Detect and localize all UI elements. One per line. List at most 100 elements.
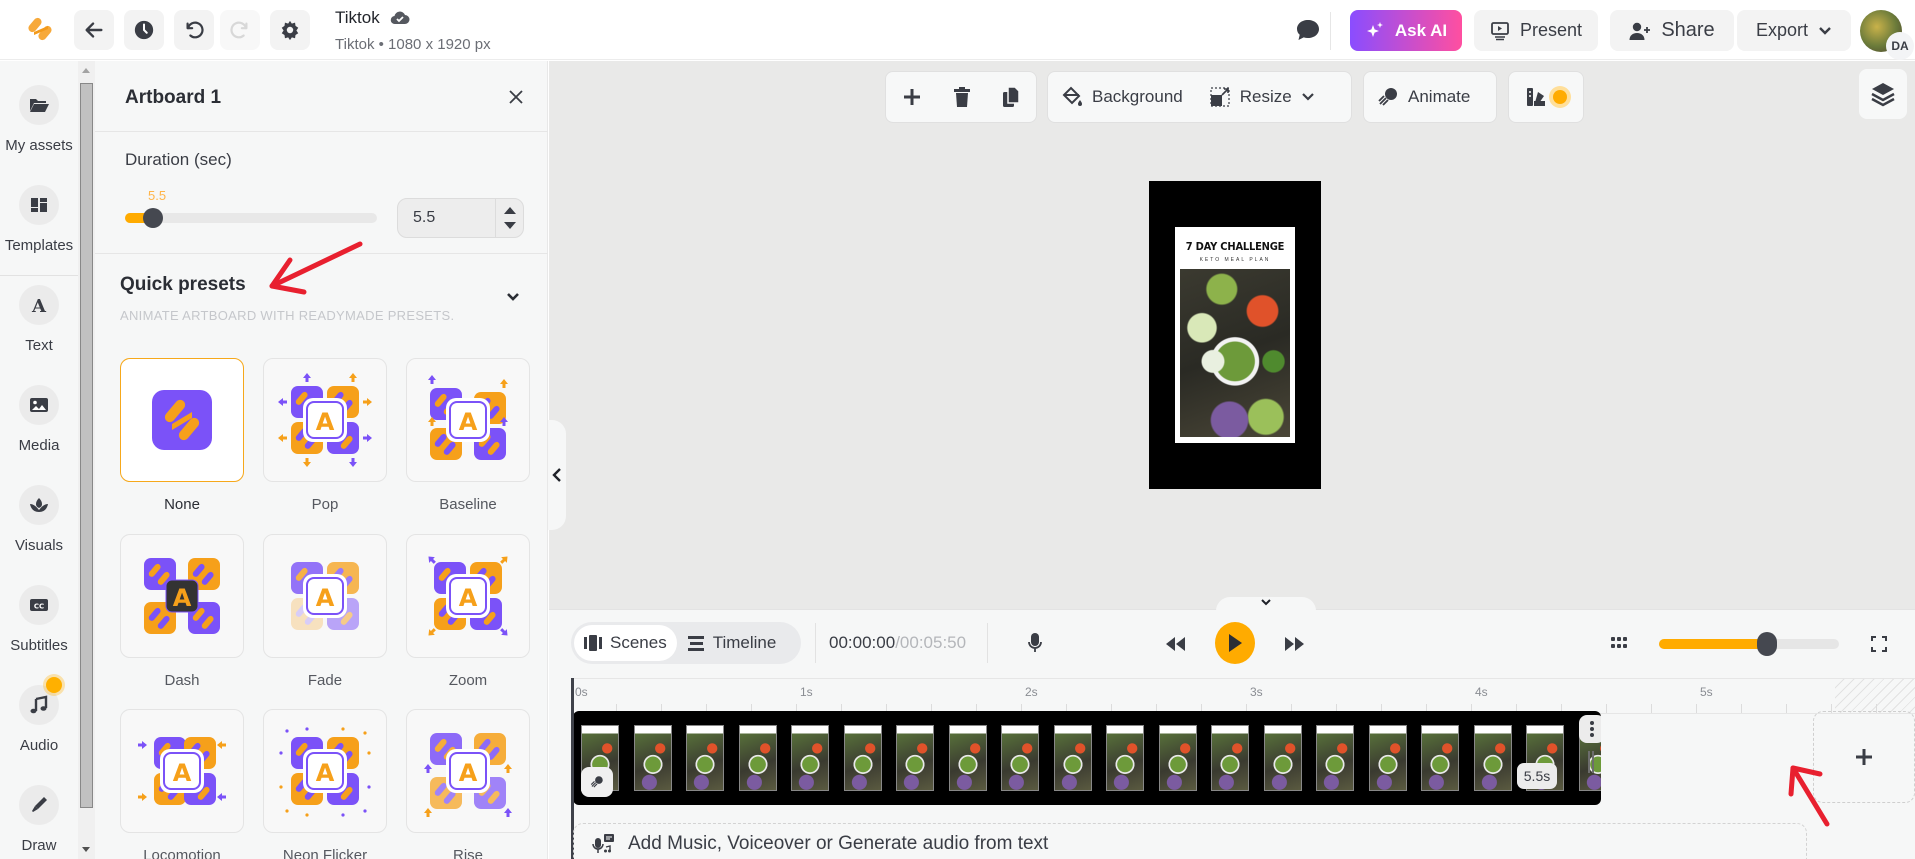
document-title-text: Tiktok xyxy=(335,8,380,27)
sidebar-item-draw[interactable]: Draw xyxy=(0,785,78,854)
current-time: 00:00:00 xyxy=(829,633,896,652)
layers-button[interactable] xyxy=(1859,69,1907,119)
voiceover-icon xyxy=(592,833,614,853)
fast-forward-icon xyxy=(1285,637,1304,651)
preset-dash[interactable]: A Dash xyxy=(120,534,244,689)
undo-button[interactable] xyxy=(174,10,214,50)
fast-forward-button[interactable] xyxy=(1284,636,1306,652)
preset-thumbnail[interactable] xyxy=(120,358,244,482)
trash-icon[interactable] xyxy=(952,86,972,108)
artboard[interactable]: 7 DAY CHALLENGE KETO MEAL PLAN xyxy=(1149,181,1321,489)
timeline-zoom-slider[interactable] xyxy=(1659,632,1839,656)
preset-thumbnail[interactable]: A xyxy=(406,709,530,833)
add-audio-track[interactable]: Add Music, Voiceover or Generate audio f… xyxy=(573,823,1807,859)
scroll-up-arrow-icon[interactable] xyxy=(82,68,90,73)
sidebar-item-subtitles[interactable]: CC Subtitles xyxy=(0,585,78,654)
settings-button[interactable] xyxy=(270,10,310,50)
zoom-slider-handle[interactable] xyxy=(1757,632,1777,656)
animate-button[interactable]: Animate xyxy=(1364,72,1483,122)
background-button[interactable]: Background xyxy=(1048,72,1196,122)
time-ruler[interactable]: 0s 1s 2s 3s 4s 5s xyxy=(571,678,1915,714)
collapse-timeline-button[interactable] xyxy=(1216,597,1316,611)
poster-image[interactable]: 7 DAY CHALLENGE KETO MEAL PLAN xyxy=(1175,227,1295,443)
scene-animation-button[interactable] xyxy=(581,767,613,797)
scene-clip[interactable]: 5.5s xyxy=(573,711,1601,805)
preset-thumbnail[interactable]: A xyxy=(263,534,387,658)
present-button[interactable]: Present xyxy=(1474,10,1598,51)
scene-resize-handle[interactable] xyxy=(1588,751,1594,773)
document-title[interactable]: Tiktok xyxy=(335,8,410,28)
duplicate-icon[interactable] xyxy=(1001,86,1021,108)
ask-ai-button[interactable]: Ask AI xyxy=(1350,10,1462,51)
export-button[interactable]: Export xyxy=(1737,10,1851,51)
preset-pop[interactable]: A Pop xyxy=(263,358,387,513)
top-bar: Tiktok Tiktok • 1080 x 1920 px Ask AI Pr… xyxy=(0,0,1915,60)
preset-zoom[interactable]: A Zoom xyxy=(406,534,530,689)
text-icon: A xyxy=(31,296,47,315)
back-button[interactable] xyxy=(74,10,114,50)
scene-thumbnail xyxy=(1053,725,1092,791)
sidebar-scrollbar[interactable] xyxy=(78,61,95,859)
duration-slider[interactable] xyxy=(125,208,377,228)
app-logo-icon[interactable] xyxy=(26,14,56,44)
user-avatar[interactable]: DA xyxy=(1860,10,1914,60)
scrollbar-thumb[interactable] xyxy=(80,83,93,808)
redo-button[interactable] xyxy=(220,10,260,50)
preset-rise[interactable]: A Rise xyxy=(406,709,530,859)
ruler-label: 3s xyxy=(1250,685,1263,699)
food-photo xyxy=(1180,269,1290,437)
rewind-button[interactable] xyxy=(1164,636,1186,652)
grid-view-button[interactable] xyxy=(1611,637,1627,649)
record-voice-button[interactable] xyxy=(1027,632,1043,654)
sidebar-item-templates[interactable]: Templates xyxy=(0,185,78,254)
comment-icon[interactable] xyxy=(1295,18,1321,42)
preset-fade[interactable]: A Fade xyxy=(263,534,387,689)
add-scene-button[interactable] xyxy=(1813,711,1915,803)
duration-input[interactable]: 5.5 xyxy=(397,198,524,238)
ruler-label: 5s xyxy=(1700,685,1713,699)
preset-thumbnail[interactable]: A xyxy=(406,358,530,482)
tab-scenes[interactable]: Scenes xyxy=(574,625,677,661)
duration-slider-handle[interactable] xyxy=(142,208,163,228)
scroll-down-arrow-icon[interactable] xyxy=(82,847,90,852)
preset-neon-flicker[interactable]: A Neon Flicker xyxy=(263,709,387,859)
play-button[interactable] xyxy=(1215,622,1255,664)
sidebar-item-audio[interactable]: Audio xyxy=(0,677,78,754)
increment-arrow-icon[interactable] xyxy=(504,207,516,214)
sidebar-item-visuals[interactable]: Visuals xyxy=(0,485,78,554)
preset-locomotion[interactable]: A Locomotion xyxy=(120,709,244,859)
ruler-tick xyxy=(1741,704,1742,713)
total-time: /00:05:50 xyxy=(895,633,967,652)
chevron-down-icon[interactable] xyxy=(505,289,521,305)
resize-button[interactable]: Resize xyxy=(1196,72,1328,122)
preset-thumbnail[interactable]: A xyxy=(120,534,244,658)
preset-thumbnail[interactable]: A xyxy=(406,534,530,658)
duration-stepper[interactable] xyxy=(495,199,523,237)
add-icon[interactable] xyxy=(901,86,923,108)
sidebar-item-my-assets[interactable]: My assets xyxy=(0,85,78,154)
sidebar-item-media[interactable]: Media xyxy=(0,385,78,454)
rise-animation-icon: A xyxy=(424,733,512,817)
microphone-icon xyxy=(1028,633,1042,652)
decrement-arrow-icon[interactable] xyxy=(504,222,516,229)
quick-presets-title: Quick presets xyxy=(120,274,246,295)
scene-duration-badge: 5.5s xyxy=(1517,763,1557,789)
chevron-down-icon xyxy=(1301,93,1314,101)
grid-dots-icon xyxy=(1611,637,1627,648)
history-button[interactable] xyxy=(124,10,164,50)
sidebar-item-text[interactable]: A Text xyxy=(0,285,78,354)
neon-flicker-animation-icon: A xyxy=(279,727,371,817)
fullscreen-button[interactable] xyxy=(1871,636,1887,652)
close-icon[interactable] xyxy=(506,87,526,107)
preset-thumbnail[interactable]: A xyxy=(263,358,387,482)
scene-more-button[interactable] xyxy=(1579,715,1601,743)
scene-thumbnail xyxy=(791,725,829,791)
preset-thumbnail[interactable]: A xyxy=(120,709,244,833)
preset-thumbnail[interactable]: A xyxy=(263,709,387,833)
share-button[interactable]: Share xyxy=(1610,10,1734,51)
collapse-panel-button[interactable] xyxy=(548,420,566,530)
preset-baseline[interactable]: A Baseline xyxy=(406,358,530,513)
tab-timeline[interactable]: Timeline xyxy=(677,625,787,661)
preset-none[interactable]: None xyxy=(120,358,244,513)
brand-kit-button[interactable] xyxy=(1508,71,1584,123)
